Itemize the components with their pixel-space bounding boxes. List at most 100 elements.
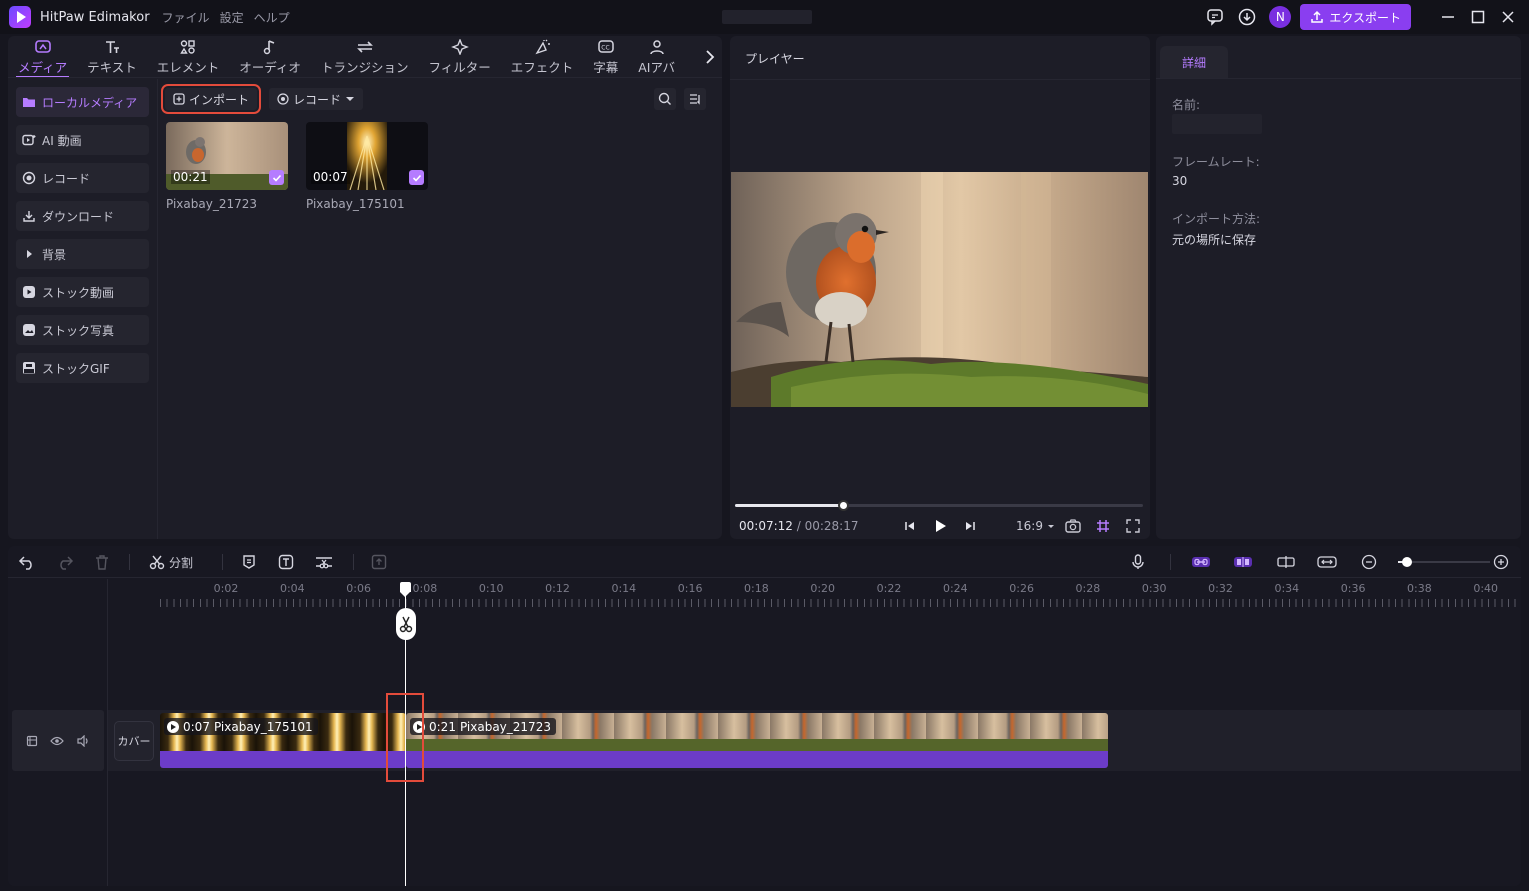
sidebar-item-background[interactable]: 背景 [16,239,149,269]
divider [1156,78,1521,79]
tab-subtitle[interactable]: CC 字幕 [583,36,628,77]
framerate-value: 30 [1172,174,1188,188]
gif-icon [23,362,35,374]
split-track-icon[interactable] [1276,552,1296,572]
upload-icon [1311,10,1324,23]
menu-help[interactable]: ヘルプ [254,9,290,26]
sidebar-item-ai-video[interactable]: AI 動画 [16,125,149,155]
ruler-label: 0:30 [1141,582,1167,595]
media-icon [34,39,51,53]
stock-photo-icon [23,324,35,336]
record-dropdown-button[interactable]: レコード [269,88,364,110]
prev-frame-icon[interactable] [900,516,920,536]
plus-square-icon [173,93,185,105]
play-icon[interactable] [930,516,950,536]
minimize-icon[interactable] [1433,2,1463,32]
sidebar-item-local-media[interactable]: ローカルメディア [16,87,149,117]
tab-element[interactable]: エレメント [147,36,230,77]
media-item-pixabay-175101[interactable]: 00:07 [306,122,428,190]
sidebar-item-stock-photo[interactable]: ストック写真 [16,315,149,345]
aspect-ratio-dropdown[interactable]: 16:9 [1016,519,1055,533]
import-method-label: インポート方法: [1172,212,1261,226]
close-icon[interactable] [1493,2,1523,32]
tab-transition[interactable]: トランジション [311,36,419,77]
sidebar-item-download[interactable]: ダウンロード [16,201,149,231]
timeline-clip-pixabay-21723[interactable]: 0:21 Pixabay_21723 [406,713,1108,768]
add-text-icon[interactable] [278,552,294,572]
zoom-out-icon[interactable] [1361,552,1377,572]
maximize-icon[interactable] [1463,2,1493,32]
zoom-in-icon[interactable] [1493,552,1509,572]
progress-knob[interactable] [838,500,850,511]
speaker-icon[interactable] [76,734,90,747]
fit-timeline-icon[interactable] [1317,552,1337,572]
tab-details[interactable]: 詳細 [1160,46,1228,79]
export-button[interactable]: エクスポート [1300,4,1411,30]
trim-cut-icon[interactable] [315,552,333,572]
next-frame-icon[interactable] [960,516,980,536]
media-item-pixabay-21723[interactable]: 00:21 [166,122,288,190]
delete-icon[interactable] [94,552,110,572]
menu-settings[interactable]: 設定 [220,9,244,26]
name-label: 名前: [1172,98,1201,112]
tab-audio[interactable]: オーディオ [229,36,311,77]
player-progress-bar[interactable] [735,500,1143,511]
tab-text[interactable]: テキスト [77,36,147,77]
check-icon[interactable] [269,170,284,185]
caret-down-icon [346,97,355,101]
microphone-icon[interactable] [1130,552,1146,572]
crop-grid-icon[interactable] [1093,516,1113,536]
export-label: エクスポート [1329,10,1401,25]
details-panel: 詳細 名前: フレームレート: 30 インポート方法: 元の場所に保存 [1156,36,1521,539]
magnet-snap-icon[interactable] [1233,552,1253,572]
ruler-label: 0:18 [744,582,769,595]
tab-filter[interactable]: フィルター [418,36,500,77]
ruler-label: 0:24 [942,582,968,595]
ruler-ticks [160,599,1521,607]
zoom-knob[interactable] [1402,557,1413,567]
ruler-label: 0:10 [478,582,504,595]
timeline-clip-pixabay-175101[interactable]: 0:07 Pixabay_175101 [160,713,406,768]
clip-audio-bar [406,751,1108,768]
check-icon[interactable] [409,170,424,185]
user-avatar[interactable]: N [1269,6,1292,28]
time-ruler[interactable]: 0:02 0:04 0:06 0:08 0:10 0:12 0:14 0:16 0:18 0:20… [160,579,1521,607]
redo-icon[interactable] [56,552,74,572]
link-clips-icon[interactable] [1191,552,1211,572]
audio-icon [263,39,275,54]
sidebar-item-stock-video[interactable]: ストック動画 [16,277,149,307]
sidebar-item-record[interactable]: レコード [16,163,149,193]
track-lock-icon[interactable] [26,735,38,747]
tabs-next-icon[interactable] [702,46,718,68]
split-button[interactable]: 分割 [149,552,193,572]
import-button[interactable]: インポート [160,84,262,114]
track-controls [12,710,104,771]
tab-effect[interactable]: エフェクト [501,36,584,77]
split-scissors-icon[interactable] [396,608,416,640]
undo-icon[interactable] [18,552,36,572]
menu-file[interactable]: ファイル [162,9,210,26]
tab-media[interactable]: メディア [8,36,77,77]
tab-ai-avatar[interactable]: AIアバ [628,36,685,77]
feedback-icon[interactable] [1205,7,1225,27]
export-clip-icon[interactable] [371,552,387,572]
search-icon[interactable] [654,88,676,110]
media-item-name: Pixabay_175101 [306,197,405,211]
video-preview[interactable] [731,172,1148,407]
marker-icon[interactable] [241,552,257,572]
cover-button[interactable]: カバー [114,721,154,761]
ruler-label: 0:16 [677,582,703,595]
eye-icon[interactable] [50,735,64,747]
sidebar-item-stock-gif[interactable]: ストックGIF [16,353,149,383]
snapshot-icon[interactable] [1063,516,1083,536]
media-panel: メディア テキスト エレメント オーディオ トランジション フィルター エフェク… [8,36,722,539]
ruler-label: 0:20 [810,582,836,595]
ruler-label: 0:36 [1340,582,1366,595]
ruler-label: 0:38 [1407,582,1432,595]
fullscreen-icon[interactable] [1123,516,1143,536]
playhead-handle[interactable] [400,582,411,597]
zoom-slider[interactable] [1398,557,1490,567]
title-bar: HitPaw Edimakor ファイル 設定 ヘルプ N エクスポート [0,0,1529,34]
download-circle-icon[interactable] [1237,7,1257,27]
sort-list-icon[interactable] [684,88,706,110]
